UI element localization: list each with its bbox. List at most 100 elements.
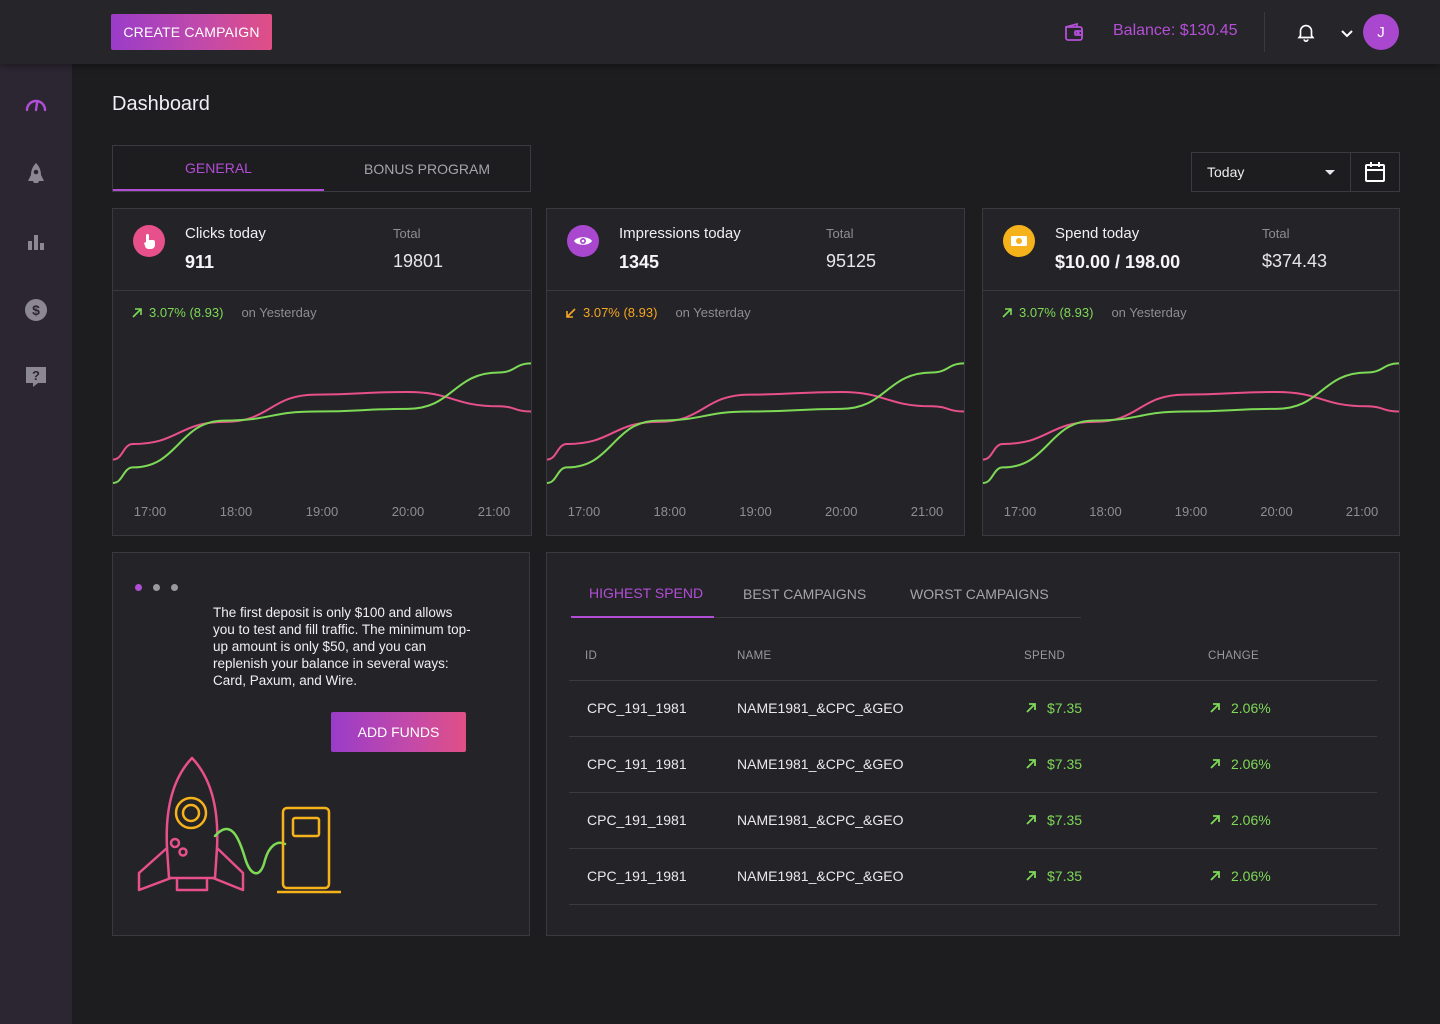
svg-text:$: $ [32, 302, 40, 318]
card-total-label: Total [393, 226, 421, 241]
x-tick-label: 18:00 [219, 504, 253, 519]
x-tick-label: 20:00 [824, 504, 858, 519]
carousel-dots [135, 584, 178, 591]
eye-icon [567, 225, 599, 257]
column-header-spend[interactable]: SPEND [1024, 650, 1065, 662]
column-header-name[interactable]: NAME [737, 650, 771, 662]
arrow-up-right-icon [1026, 759, 1036, 769]
arrow-up-right-icon [1026, 871, 1036, 881]
clicks-line-chart [113, 362, 531, 484]
topbar-divider [1264, 12, 1265, 52]
x-tick-label: 19:00 [1174, 504, 1208, 519]
card-label: Impressions today [619, 225, 741, 242]
arrow-up-right-icon [1026, 703, 1036, 713]
impressions-line-chart [547, 362, 964, 484]
rocket-fuel-illustration [137, 756, 341, 894]
cell-id: CPC_191_1981 [587, 700, 687, 716]
card-header: Spend today $10.00 / 198.00 Total $374.4… [983, 209, 1399, 291]
campaign-tabs: HIGHEST SPEND BEST CAMPAIGNS WORST CAMPA… [571, 570, 1081, 618]
arrow-down-left-icon [566, 307, 576, 318]
delta-note: on Yesterday [241, 305, 317, 320]
series-line [113, 390, 531, 461]
x-tick-label: 19:00 [739, 504, 772, 519]
series-line [547, 390, 964, 461]
create-campaign-button[interactable]: CREATE CAMPAIGN [111, 14, 272, 50]
tab-best-campaigns[interactable]: BEST CAMPAIGNS [743, 570, 866, 618]
page-title: Dashboard [112, 93, 210, 115]
table-bottom-divider [569, 904, 1377, 905]
calendar-icon [1365, 162, 1385, 182]
period-select[interactable]: Today [1191, 152, 1351, 192]
cell-spend: $7.35 [1025, 700, 1082, 716]
card-label: Spend today [1055, 225, 1140, 242]
arrow-up-right-icon [1210, 815, 1220, 825]
card-value: $10.00 / 198.00 [1055, 252, 1181, 272]
column-header-change[interactable]: CHANGE [1208, 650, 1259, 662]
clicks-card: Clicks today 911 Total 19801 3.07% (8.93… [112, 208, 532, 536]
cell-id: CPC_191_1981 [587, 868, 687, 884]
caret-down-icon [1325, 170, 1335, 175]
arrow-up-right-icon [1002, 307, 1012, 318]
card-total: 19801 [393, 251, 444, 271]
card-total-label: Total [826, 226, 854, 241]
spend-value: $7.35 [1047, 812, 1083, 828]
card-total: $374.43 [1262, 251, 1328, 271]
promo-card: The first deposit is only $100 and allow… [112, 552, 530, 936]
carousel-dot[interactable] [135, 584, 142, 591]
column-header-id[interactable]: ID [585, 650, 597, 662]
dollar-circle-icon[interactable]: $ [23, 297, 49, 323]
x-tick-label: 17:00 [567, 504, 601, 519]
delta-indicator: 3.07% (8.93) on Yesterday [1001, 305, 1187, 320]
series-line [113, 362, 531, 484]
tab-highest-spend[interactable]: HIGHEST SPEND [571, 570, 714, 618]
add-funds-button[interactable]: ADD FUNDS [331, 712, 466, 752]
delta-note: on Yesterday [675, 305, 751, 320]
tab-worst-campaigns[interactable]: WORST CAMPAIGNS [910, 570, 1049, 618]
delta-value: 3.07% (8.93) [583, 305, 658, 320]
table-row[interactable]: CPC_191_1981 NAME1981_&CPC_&GEO $7.35 2.… [569, 792, 1377, 848]
cell-spend: $7.35 [1025, 812, 1082, 828]
balance-display: Balance: $130.45 [1113, 22, 1238, 39]
bell-icon[interactable] [1295, 21, 1317, 43]
cash-icon [1003, 225, 1035, 257]
arrow-up-right-icon [1210, 759, 1220, 769]
table-row[interactable]: CPC_191_1981 NAME1981_&CPC_&GEO $7.35 2.… [569, 680, 1377, 736]
cell-name: NAME1981_&CPC_&GEO [737, 868, 904, 884]
delta-note: on Yesterday [1111, 305, 1187, 320]
main-tabs: GENERAL BONUS PROGRAM [112, 145, 531, 192]
carousel-dot[interactable] [153, 584, 160, 591]
delta-value: 3.07% (8.93) [149, 305, 224, 320]
top-bar: CREATE CAMPAIGN Balance: $130.45 J [0, 0, 1440, 64]
cell-id: CPC_191_1981 [587, 756, 687, 772]
tab-bonus-program[interactable]: BONUS PROGRAM [324, 146, 530, 191]
x-tick-label: 17:00 [1003, 504, 1037, 519]
bar-chart-icon[interactable] [23, 229, 49, 255]
card-value: 911 [185, 252, 215, 272]
campaigns-panel: HIGHEST SPEND BEST CAMPAIGNS WORST CAMPA… [546, 552, 1400, 936]
x-tick-label: 19:00 [305, 504, 339, 519]
svg-text:?: ? [32, 368, 40, 383]
cell-change: 2.06% [1209, 700, 1271, 716]
cell-name: NAME1981_&CPC_&GEO [737, 756, 904, 772]
rocket-icon[interactable] [23, 161, 49, 187]
x-tick-label: 20:00 [391, 504, 425, 519]
card-value: 1345 [619, 252, 660, 272]
help-icon[interactable]: ? [23, 364, 49, 390]
spend-card: Spend today $10.00 / 198.00 Total $374.4… [982, 208, 1400, 536]
wallet-icon[interactable] [1062, 20, 1086, 44]
carousel-dot[interactable] [171, 584, 178, 591]
tab-general[interactable]: GENERAL [113, 146, 324, 191]
cell-change: 2.06% [1209, 812, 1271, 828]
series-line [983, 390, 1399, 461]
avatar[interactable]: J [1363, 14, 1399, 50]
x-tick-label: 18:00 [1089, 504, 1122, 519]
calendar-button[interactable] [1350, 152, 1400, 192]
arrow-up-right-icon [1210, 871, 1220, 881]
table-row[interactable]: CPC_191_1981 NAME1981_&CPC_&GEO $7.35 2.… [569, 736, 1377, 792]
table-row[interactable]: CPC_191_1981 NAME1981_&CPC_&GEO $7.35 2.… [569, 848, 1377, 904]
dashboard-gauge-icon[interactable] [23, 91, 49, 117]
chevron-down-icon[interactable] [1339, 25, 1355, 41]
x-tick-label: 17:00 [133, 504, 167, 519]
cell-id: CPC_191_1981 [587, 812, 687, 828]
arrow-up-right-icon [132, 307, 142, 318]
